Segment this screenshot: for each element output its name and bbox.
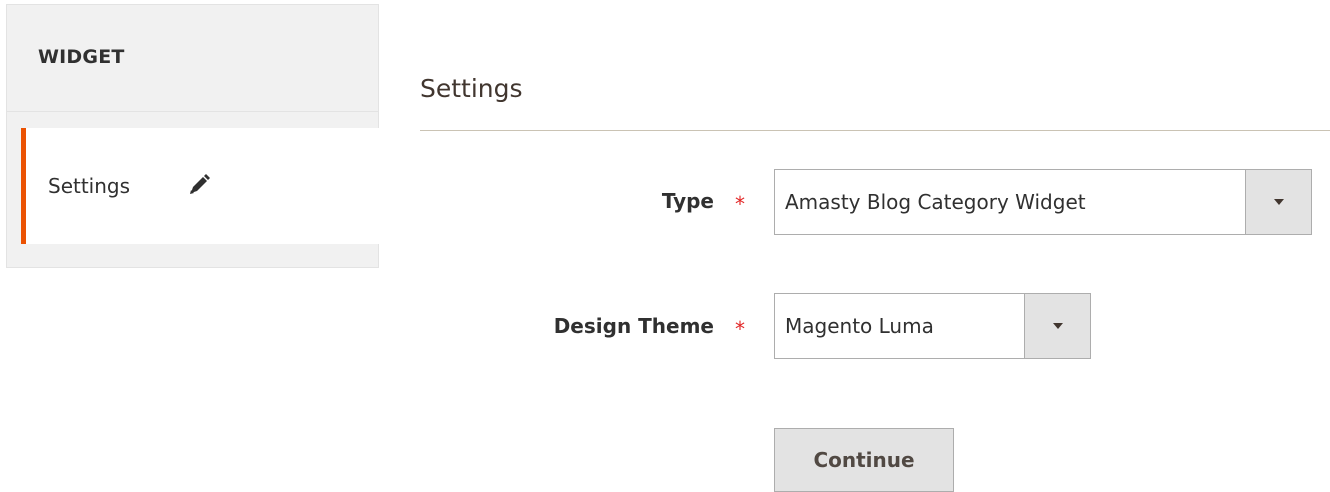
section-title: Settings	[420, 74, 523, 103]
type-select[interactable]: Amasty Blog Category Widget	[774, 169, 1312, 235]
design-theme-required-mark: *	[735, 317, 745, 341]
chevron-down-icon	[1052, 323, 1063, 329]
sidebar: WIDGET Settings	[6, 4, 379, 268]
sidebar-item-label: Settings	[48, 174, 131, 198]
design-theme-select-value: Magento Luma	[785, 314, 934, 338]
type-select-toggle[interactable]	[1245, 170, 1311, 234]
continue-button[interactable]: Continue	[774, 428, 954, 492]
type-required-mark: *	[735, 192, 745, 216]
sidebar-item-settings[interactable]: Settings	[21, 128, 379, 244]
type-label: Type	[661, 189, 714, 213]
section-divider	[420, 130, 1330, 131]
sidebar-title: WIDGET	[38, 46, 125, 68]
design-theme-label: Design Theme	[553, 314, 714, 338]
chevron-down-icon	[1273, 199, 1284, 205]
design-theme-select[interactable]: Magento Luma	[774, 293, 1091, 359]
design-theme-select-toggle[interactable]	[1024, 294, 1090, 358]
type-select-value: Amasty Blog Category Widget	[785, 190, 1086, 214]
sidebar-header: WIDGET	[7, 5, 378, 112]
pencil-icon[interactable]	[186, 172, 212, 198]
